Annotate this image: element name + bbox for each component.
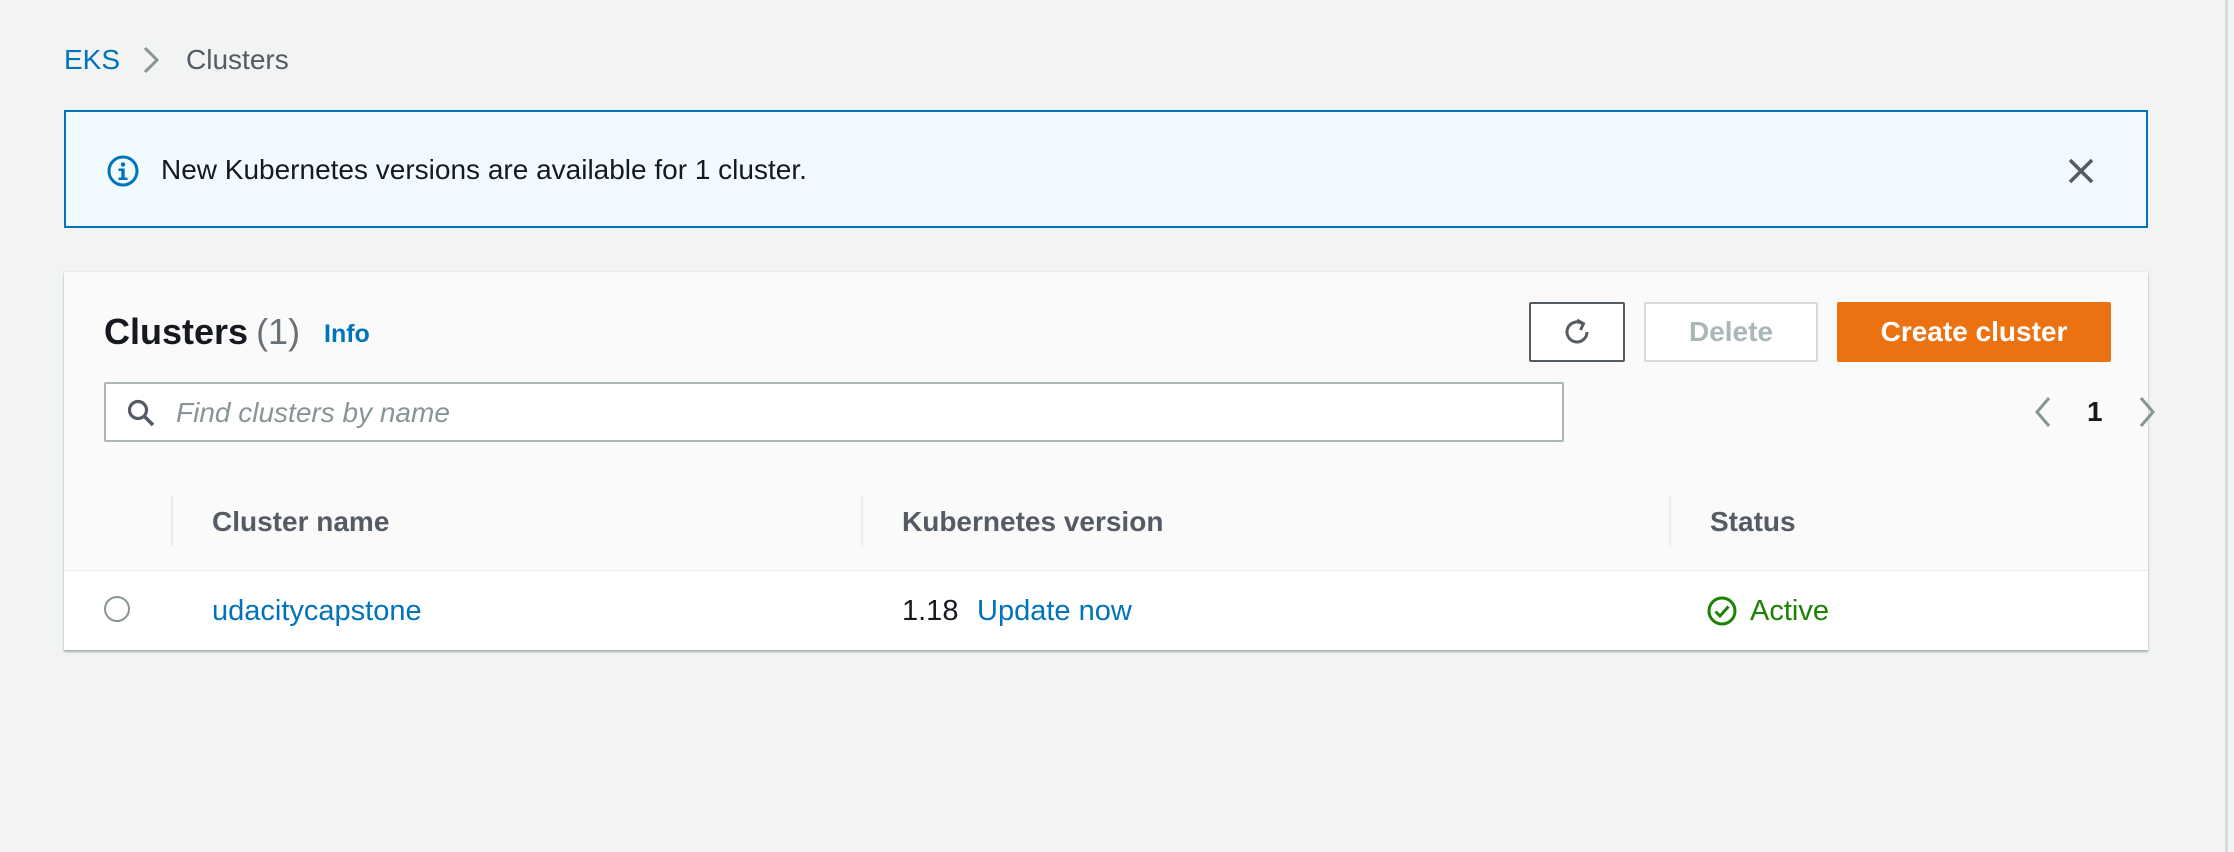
status-text: Active [1750,594,1829,627]
info-icon [106,154,140,188]
page: EKS Clusters New Kubernetes versions are… [0,0,2234,852]
page-number[interactable]: 1 [2087,396,2103,428]
flash-banner: New Kubernetes versions are available fo… [64,110,2148,228]
clusters-header: Clusters(1) Info Delete Create cluster [64,272,2155,473]
table-row: udacitycapstone 1.18 Update now Active [64,571,2148,650]
pagination: 1 [2029,390,2161,434]
close-icon[interactable] [2064,154,2098,188]
breadcrumb-current: Clusters [186,44,289,75]
column-header-cluster-name[interactable]: Cluster name [212,502,389,542]
chevron-right-icon [142,45,160,75]
info-link[interactable]: Info [324,320,370,349]
status-indicator: Active [1706,591,1829,631]
search-icon [126,398,156,428]
breadcrumb-eks-link[interactable]: EKS [64,44,120,76]
kubernetes-version: 1.18 [902,595,959,627]
delete-button[interactable]: Delete [1644,302,1818,362]
flash-message: New Kubernetes versions are available fo… [161,154,807,185]
clusters-count: (1) [256,311,301,352]
table-header: Cluster name Kubernetes version Status [64,472,2148,571]
row-select-radio[interactable] [104,596,130,622]
column-divider[interactable] [861,496,863,546]
column-header-status[interactable]: Status [1710,502,1796,542]
search-field [104,382,1564,442]
create-cluster-button[interactable]: Create cluster [1837,302,2111,362]
search-input[interactable] [174,384,1548,442]
update-now-link[interactable]: Update now [977,591,1132,631]
chevron-left-icon[interactable] [2029,392,2057,432]
cluster-name-link[interactable]: udacitycapstone [212,591,422,631]
column-divider[interactable] [171,496,173,546]
clusters-table-container: Clusters(1) Info Delete Create cluster [64,272,2155,650]
breadcrumb: EKS Clusters [64,40,289,80]
clusters-title: Clusters (1) [104,308,300,356]
chevron-right-icon[interactable] [2133,392,2161,432]
clusters-title-text: Clusters [104,311,249,352]
page-edge-divider [2225,0,2228,852]
column-header-kubernetes-version[interactable]: Kubernetes version [902,502,1163,542]
column-divider[interactable] [1669,496,1671,546]
refresh-button[interactable] [1529,302,1625,362]
refresh-icon [1560,315,1594,349]
check-circle-icon [1706,595,1738,627]
